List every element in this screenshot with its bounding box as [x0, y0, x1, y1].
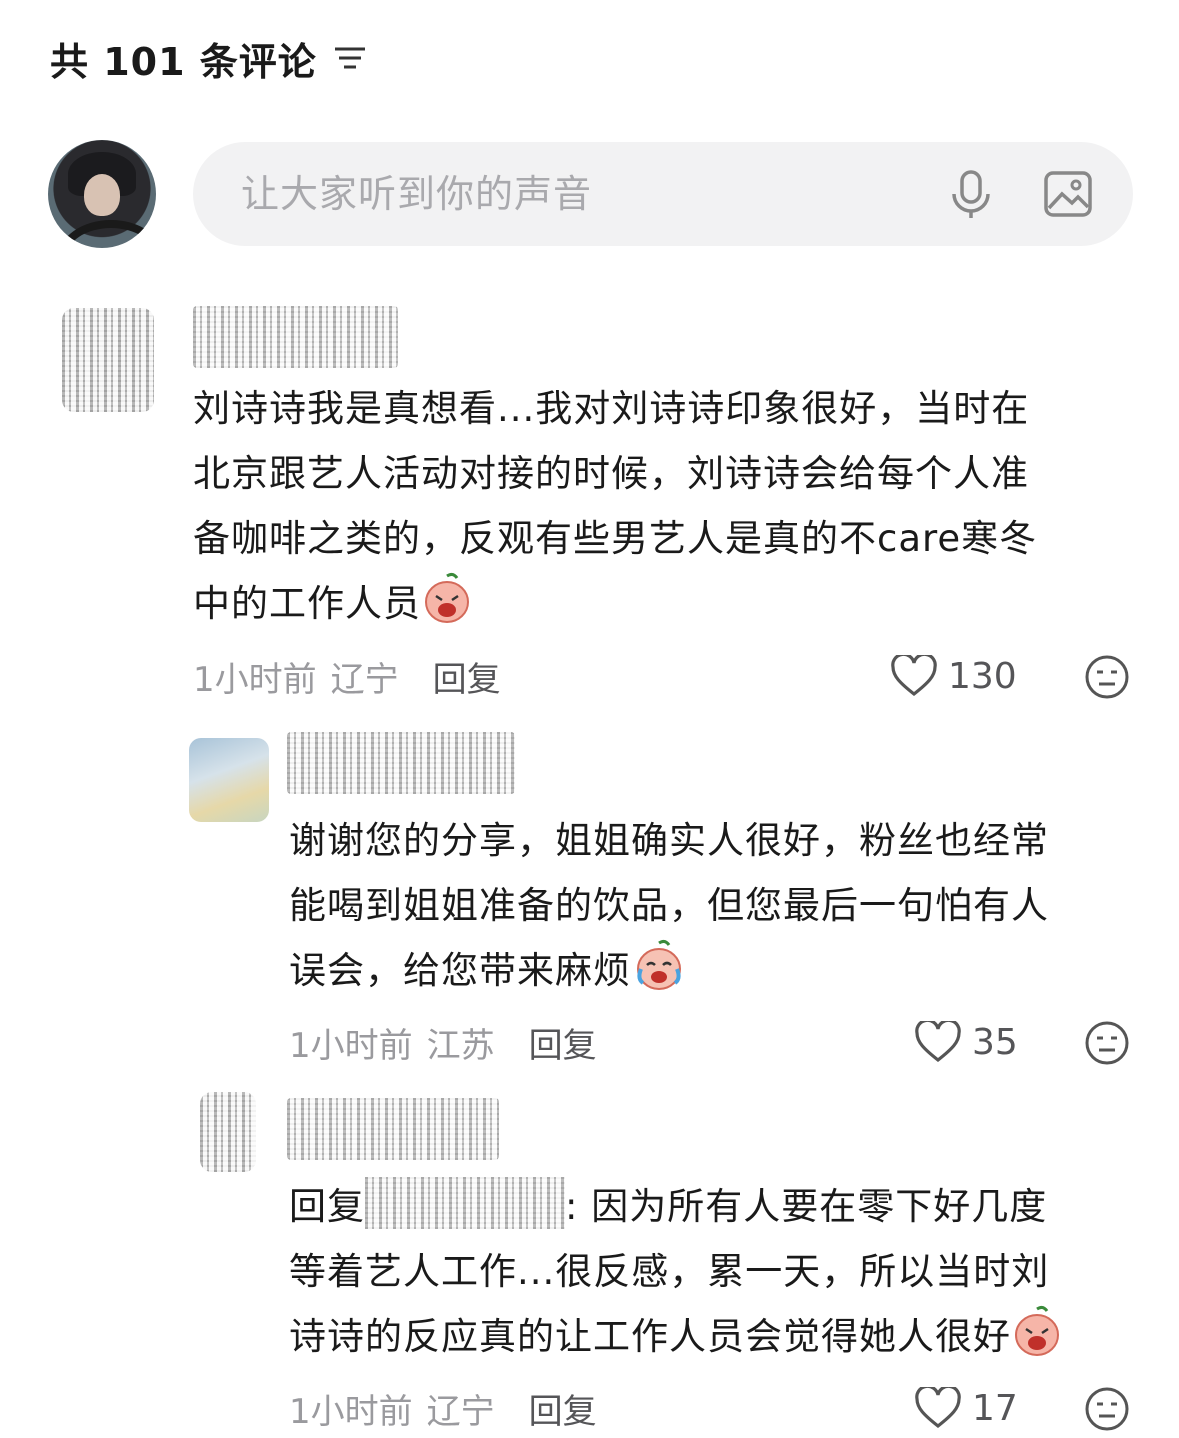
dislike-icon[interactable]	[1084, 1020, 1130, 1066]
crying-emoji-icon	[1013, 1305, 1061, 1377]
commenter-avatar[interactable]	[62, 308, 154, 412]
dislike-icon[interactable]	[1084, 1386, 1130, 1432]
comment-input-placeholder: 让大家听到你的声音	[241, 172, 593, 216]
reply-button[interactable]: 回复	[433, 652, 501, 701]
comments-header: 共 101 条评论	[50, 32, 367, 84]
comment-time: 1小时前	[193, 659, 317, 700]
reply-meta: 1小时前 江苏 回复	[289, 1018, 597, 1066]
comment-meta: 1小时前 辽宁 回复	[193, 652, 501, 700]
reply-body: 回复: 因为所有人要在零下好几度 等着艺人工作...很反感，累一天，所以当时刘 …	[289, 1174, 1149, 1377]
like-count: 35	[972, 1021, 1018, 1063]
like-count: 130	[948, 655, 1017, 697]
reply-author-name[interactable]	[287, 732, 515, 794]
like-count: 17	[972, 1387, 1018, 1429]
heart-icon	[891, 655, 937, 697]
reply-time: 1小时前	[289, 1025, 413, 1066]
mentioned-user-name[interactable]	[365, 1177, 565, 1229]
comment-location: 辽宁	[330, 659, 399, 700]
comment-body: 刘诗诗我是真想看...我对刘诗诗印象很好，当时在 北京跟艺人活动对接的时候，刘诗…	[193, 376, 1133, 644]
reply-button[interactable]: 回复	[529, 1384, 597, 1433]
tears-emoji-icon	[633, 939, 685, 1011]
like-button[interactable]: 17	[914, 1384, 1018, 1432]
dislike-icon[interactable]	[1084, 654, 1130, 700]
my-avatar[interactable]	[48, 140, 156, 248]
reply-author-name[interactable]	[287, 1098, 499, 1160]
reply-location: 辽宁	[426, 1391, 495, 1432]
microphone-icon[interactable]	[949, 170, 993, 220]
image-upload-icon[interactable]	[1043, 170, 1093, 218]
heart-icon	[915, 1021, 961, 1063]
reply-prefix: 回复	[289, 1185, 365, 1228]
comment-input[interactable]: 让大家听到你的声音	[193, 142, 1133, 246]
reply-button[interactable]: 回复	[529, 1018, 597, 1067]
commenter-name[interactable]	[193, 306, 398, 368]
crying-emoji-icon	[423, 572, 471, 644]
comment-count-title: 共 101 条评论	[50, 39, 317, 84]
heart-icon	[915, 1387, 961, 1429]
reply-avatar[interactable]	[189, 738, 269, 822]
reply-meta: 1小时前 辽宁 回复	[289, 1384, 597, 1432]
reply-avatar[interactable]	[200, 1092, 256, 1172]
like-button[interactable]: 130	[890, 652, 1017, 700]
reply-time: 1小时前	[289, 1391, 413, 1432]
like-button[interactable]: 35	[914, 1018, 1018, 1066]
sort-icon[interactable]	[333, 43, 367, 73]
reply-body: 谢谢您的分享，姐姐确实人很好，粉丝也经常 能喝到姐姐准备的饮品，但您最后一句怕有…	[289, 808, 1129, 1011]
reply-location: 江苏	[426, 1025, 495, 1066]
